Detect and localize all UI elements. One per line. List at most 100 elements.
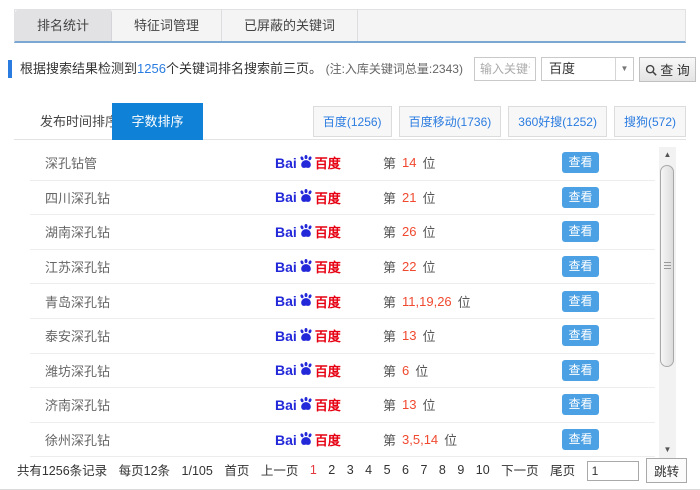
baidu-logo-text-en: Bai [275, 189, 297, 206]
keyword-label: 泰安深孔钻 [45, 329, 111, 345]
view-button[interactable]: 查看 [562, 152, 599, 174]
baidu-logo-text-cn: 百度 [314, 329, 341, 345]
filter-baidu-mobile-button[interactable]: 百度移动(1736) [398, 106, 502, 137]
baidu-logo: Bai 百度 [275, 181, 341, 215]
vertical-scrollbar[interactable]: ▲ ▼ [659, 147, 676, 458]
baidu-logo: Bai 百度 [275, 250, 341, 284]
page-number-3[interactable]: 3 [347, 463, 354, 477]
baidu-logo-text-en: Bai [275, 223, 297, 240]
jump-button[interactable]: 跳转 [646, 458, 688, 483]
rank-suffix: 位 [415, 363, 429, 379]
baidu-logo-text-cn: 百度 [314, 433, 341, 449]
records-total: 共有1256条记录 [16, 463, 108, 478]
query-button[interactable]: 查 询 [639, 57, 696, 82]
keyword-search-input[interactable] [474, 57, 536, 81]
per-page-label: 每页12条 [118, 463, 171, 478]
next-page-link[interactable]: 下一页 [501, 460, 539, 482]
page-number-4[interactable]: 4 [365, 463, 372, 477]
blue-accent-bar [8, 60, 12, 78]
table-row: 江苏深孔钻 Bai 百度 第 22 位 查看 [30, 250, 655, 285]
baidu-logo-text-en: Bai [275, 327, 297, 344]
view-button[interactable]: 查看 [562, 394, 599, 416]
filter-baidu-button[interactable]: 百度(1256) [312, 106, 392, 137]
table-row: 湖南深孔钻 Bai 百度 第 26 位 查看 [30, 215, 655, 250]
sort-tab-word-count[interactable]: 字数排序 [112, 103, 203, 140]
rank-prefix: 第 [383, 156, 397, 172]
filter-360-haosou-button[interactable]: 360好搜(1252) [508, 106, 607, 137]
tab-feature-word-management[interactable]: 特征词管理 [112, 10, 223, 41]
rank-prefix: 第 [383, 329, 397, 345]
baidu-paw-icon [299, 327, 312, 341]
chevron-down-icon[interactable]: ▼ [615, 58, 633, 80]
baidu-logo-text-cn: 百度 [314, 190, 341, 206]
baidu-logo-text-en: Bai [275, 293, 297, 310]
keyword-label: 四川深孔钻 [45, 190, 111, 206]
rank-suffix: 位 [422, 156, 436, 172]
page-number-8[interactable]: 8 [439, 463, 446, 477]
scrollbar-thumb[interactable] [660, 165, 674, 367]
rank-value: 13 [402, 397, 417, 413]
view-button[interactable]: 查看 [562, 256, 599, 278]
page-number-1[interactable]: 1 [310, 463, 317, 477]
baidu-paw-icon [299, 362, 312, 376]
rank-prefix: 第 [383, 398, 397, 414]
page-number-5[interactable]: 5 [384, 463, 391, 477]
rank-value: 11,19,26 [402, 293, 452, 309]
view-button[interactable]: 查看 [562, 325, 599, 347]
baidu-paw-icon [299, 258, 312, 272]
table-row: 徐州深孔钻 Bai 百度 第 3,5,14 位 查看 [30, 423, 655, 458]
baidu-logo: Bai 百度 [275, 354, 341, 388]
rank-text: 第 13 位 [383, 388, 436, 422]
rank-text: 第 11,19,26 位 [383, 284, 471, 318]
table-row: 泰安深孔钻 Bai 百度 第 13 位 查看 [30, 319, 655, 354]
baidu-logo: Bai 百度 [275, 388, 341, 422]
tab-blocked-keywords[interactable]: 已屏蔽的关键词 [222, 10, 359, 41]
baidu-paw-icon [299, 293, 312, 307]
jump-page-input[interactable] [586, 460, 639, 481]
baidu-logo-text-cn: 百度 [314, 225, 341, 241]
last-page-link[interactable]: 尾页 [550, 460, 575, 482]
prev-page-link[interactable]: 上一页 [261, 460, 299, 482]
view-button[interactable]: 查看 [562, 359, 599, 381]
keyword-label: 青岛深孔钻 [45, 294, 111, 310]
page-ratio: 1/105 [181, 463, 213, 478]
tab-ranking-statistics[interactable]: 排名统计 [15, 10, 113, 41]
table-row: 青岛深孔钻 Bai 百度 第 11,19,26 位 查看 [30, 284, 655, 319]
baidu-logo-text-en: Bai [275, 362, 297, 379]
page-number-6[interactable]: 6 [402, 463, 409, 477]
page-number-7[interactable]: 7 [420, 463, 427, 477]
rank-prefix: 第 [383, 363, 397, 379]
baidu-logo-text-en: Bai [275, 154, 297, 171]
scroll-down-icon[interactable]: ▼ [659, 442, 676, 458]
page-number-2[interactable]: 2 [328, 463, 335, 477]
filter-sogou-button[interactable]: 搜狗(572) [613, 106, 686, 137]
baidu-paw-icon [299, 431, 312, 445]
view-button[interactable]: 查看 [562, 186, 599, 208]
baidu-logo: Bai 百度 [275, 423, 341, 457]
baidu-paw-icon [299, 396, 312, 410]
engine-select[interactable]: 百度 ▼ [541, 57, 634, 81]
engine-filter-group: 百度(1256) 百度移动(1736) 360好搜(1252) 搜狗(572) [312, 106, 686, 137]
query-button-label: 查 询 [660, 63, 690, 78]
rank-suffix: 位 [422, 260, 436, 276]
table-row: 济南深孔钻 Bai 百度 第 13 位 查看 [30, 388, 655, 423]
baidu-logo: Bai 百度 [275, 146, 341, 180]
scrollbar-grip-icon [664, 262, 671, 269]
view-button[interactable]: 查看 [562, 429, 599, 451]
view-button[interactable]: 查看 [562, 221, 599, 243]
page-number-9[interactable]: 9 [457, 463, 464, 477]
top-tab-strip: 排名统计 特征词管理 已屏蔽的关键词 [14, 9, 686, 43]
page-number-10[interactable]: 10 [476, 463, 490, 477]
keyword-label: 徐州深孔钻 [45, 433, 111, 449]
view-button[interactable]: 查看 [562, 290, 599, 312]
rank-value: 6 [402, 362, 410, 378]
scroll-up-icon[interactable]: ▲ [659, 147, 676, 163]
baidu-logo-text-en: Bai [275, 258, 297, 275]
baidu-paw-icon [299, 189, 312, 203]
rank-text: 第 3,5,14 位 [383, 423, 457, 457]
rank-suffix: 位 [457, 294, 471, 310]
table-row: 四川深孔钻 Bai 百度 第 21 位 查看 [30, 181, 655, 216]
first-page-link[interactable]: 首页 [224, 460, 249, 482]
baidu-logo-text-cn: 百度 [314, 294, 341, 310]
rank-suffix: 位 [444, 433, 458, 449]
